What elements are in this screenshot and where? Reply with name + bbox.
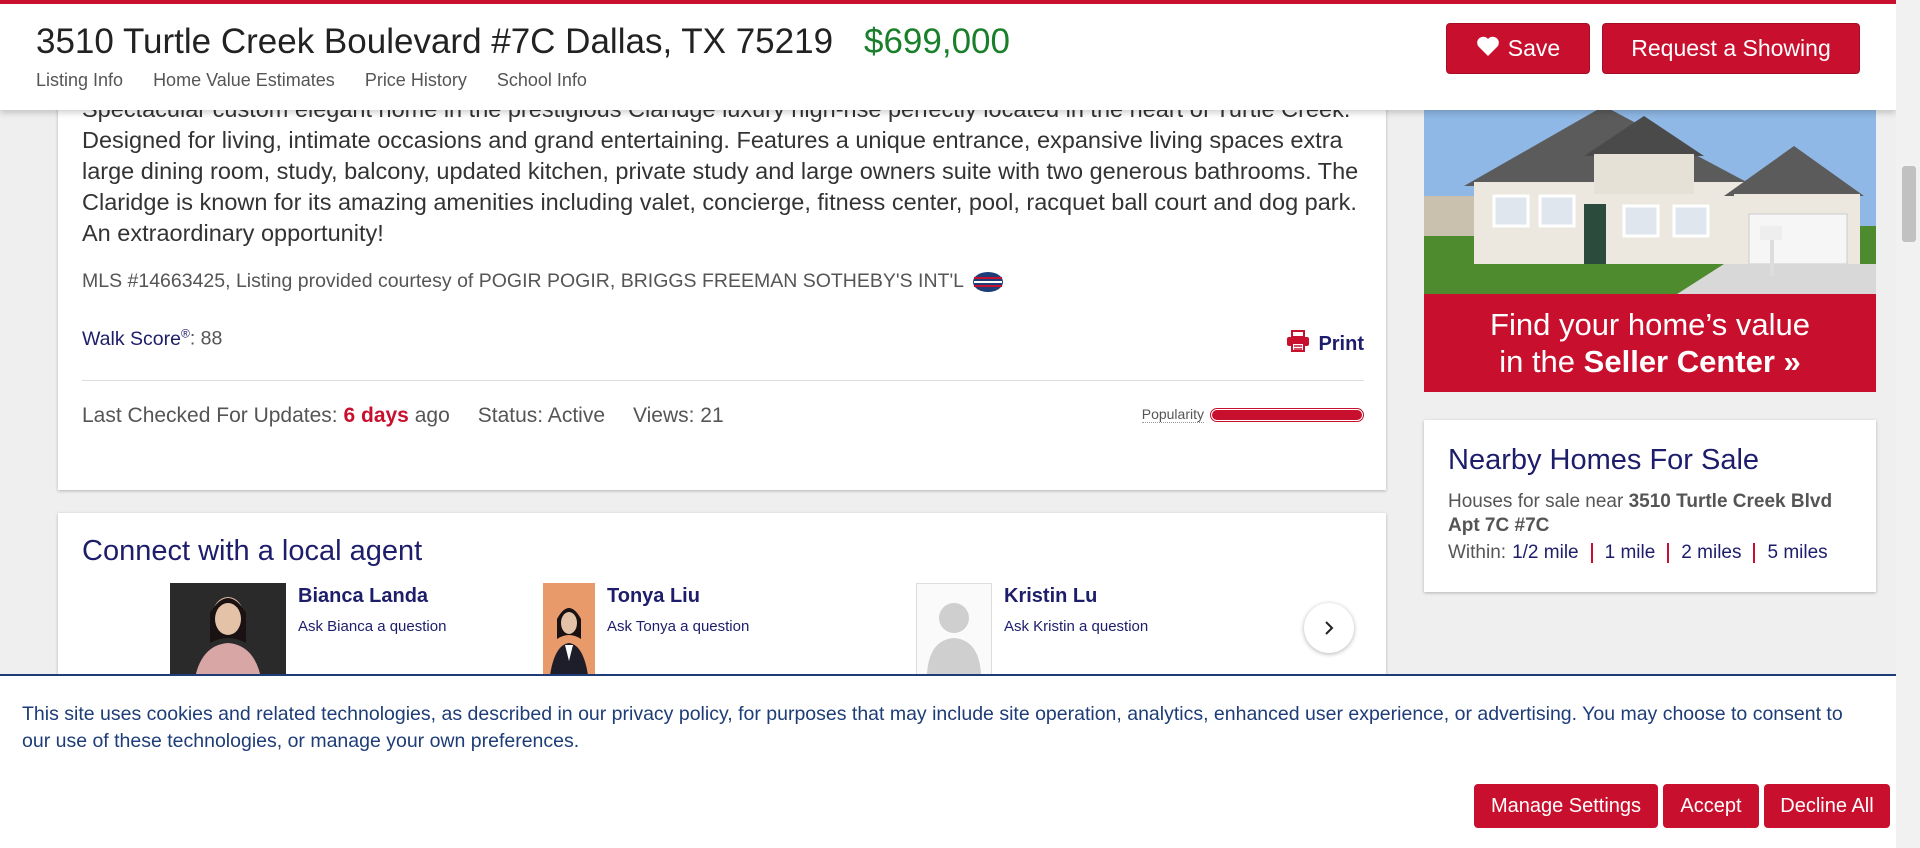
listing-nav: Listing Info Home Value Estimates Price …	[36, 70, 587, 91]
sticky-listing-header: 3510 Turtle Creek Boulevard #7C Dallas, …	[0, 0, 1896, 110]
heart-icon	[1476, 35, 1500, 63]
walk-score-value: : 88	[189, 327, 223, 350]
nearby-homes-card: Nearby Homes For Sale Houses for sale ne…	[1424, 420, 1876, 592]
mls-logo-icon	[972, 271, 1004, 293]
decline-all-button[interactable]: Decline All	[1764, 784, 1890, 828]
status-row: Last Checked For Updates: 6 days ago Sta…	[82, 404, 724, 428]
next-agent-button[interactable]	[1304, 603, 1354, 653]
mls-info: MLS #14663425, Listing provided courtesy…	[82, 270, 1004, 293]
accept-button[interactable]: Accept	[1663, 784, 1759, 828]
request-showing-button[interactable]: Request a Showing	[1602, 23, 1860, 74]
ad-line-1: Find your home’s value	[1490, 307, 1810, 342]
agent-item[interactable]: Kristin Lu Ask Kristin a question	[916, 583, 1148, 683]
distance-link-1-mile[interactable]: 1 mile	[1593, 543, 1670, 563]
nav-listing-info[interactable]: Listing Info	[36, 70, 123, 91]
last-checked-value: 6 days	[343, 404, 409, 427]
agent-name[interactable]: Bianca Landa	[298, 585, 446, 608]
nearby-distance-links: Within: 1/2 mile 1 mile 2 miles 5 miles	[1448, 542, 1840, 564]
cookie-banner: This site uses cookies and related techn…	[0, 674, 1896, 848]
nearby-title: Nearby Homes For Sale	[1448, 444, 1760, 476]
seller-center-ad[interactable]: Find your home’s value in the Seller Cen…	[1424, 86, 1876, 392]
listing-address: 3510 Turtle Creek Boulevard #7C Dallas, …	[36, 22, 834, 61]
chevron-right-icon	[1322, 614, 1336, 642]
agent-photo-placeholder[interactable]	[916, 583, 992, 683]
walk-score-link[interactable]: Walk Score®	[82, 326, 190, 350]
agent-ask-link[interactable]: Ask Bianca a question	[298, 618, 446, 635]
house-image	[1424, 86, 1876, 296]
printer-icon	[1286, 330, 1310, 358]
popularity-fill	[1212, 409, 1362, 420]
agent-item[interactable]: Bianca Landa Ask Bianca a question	[170, 583, 446, 683]
ad-line-2: in the Seller Center »	[1499, 344, 1801, 379]
distance-link-5-miles[interactable]: 5 miles	[1755, 543, 1839, 563]
distance-link-2-miles[interactable]: 2 miles	[1669, 543, 1756, 563]
agent-photo[interactable]	[543, 583, 595, 683]
distance-link-half-mile[interactable]: 1/2 mile	[1506, 543, 1593, 563]
agent-ask-link[interactable]: Ask Tonya a question	[607, 618, 749, 635]
save-button[interactable]: Save	[1446, 23, 1590, 74]
divider	[82, 380, 1364, 381]
agent-name[interactable]: Kristin Lu	[1004, 585, 1148, 608]
manage-settings-button[interactable]: Manage Settings	[1474, 784, 1658, 828]
listing-description: Spectacular custom elegant home in the p…	[82, 96, 1359, 246]
mls-text: MLS #14663425, Listing provided courtesy…	[82, 270, 965, 292]
description-card: Spectacular custom elegant home in the p…	[58, 70, 1386, 490]
scrollbar-thumb[interactable]	[1902, 166, 1916, 242]
cookie-message: This site uses cookies and related techn…	[22, 703, 1843, 752]
print-label: Print	[1318, 332, 1364, 355]
listing-price: $699,000	[864, 22, 1010, 61]
nav-price-history[interactable]: Price History	[365, 70, 467, 91]
view-count: Views: 21	[633, 404, 724, 427]
walk-score: Walk Score®: 88	[82, 326, 222, 351]
listing-status: Status: Active	[477, 404, 605, 427]
agent-section-title: Connect with a local agent	[82, 535, 423, 567]
ad-banner[interactable]: Find your home’s value in the Seller Cen…	[1424, 294, 1876, 392]
nearby-description: Houses for sale near 3510 Turtle Creek B…	[1448, 491, 1833, 536]
within-label: Within:	[1448, 542, 1507, 563]
agent-ask-link[interactable]: Ask Kristin a question	[1004, 618, 1148, 635]
nav-school-info[interactable]: School Info	[497, 70, 587, 91]
popularity-bar	[1210, 407, 1364, 422]
nav-home-value-estimates[interactable]: Home Value Estimates	[153, 70, 335, 91]
agent-name[interactable]: Tonya Liu	[607, 585, 749, 608]
last-checked: Last Checked For Updates: 6 days ago	[82, 404, 450, 427]
popularity-meter: Popularity	[1141, 406, 1364, 423]
page-scrollbar[interactable]	[1896, 0, 1920, 848]
save-label: Save	[1507, 35, 1561, 61]
popularity-label[interactable]: Popularity	[1141, 406, 1204, 423]
print-button[interactable]: Print	[1286, 330, 1364, 358]
agent-photo[interactable]	[170, 583, 286, 683]
agent-item[interactable]: Tonya Liu Ask Tonya a question	[543, 583, 749, 683]
